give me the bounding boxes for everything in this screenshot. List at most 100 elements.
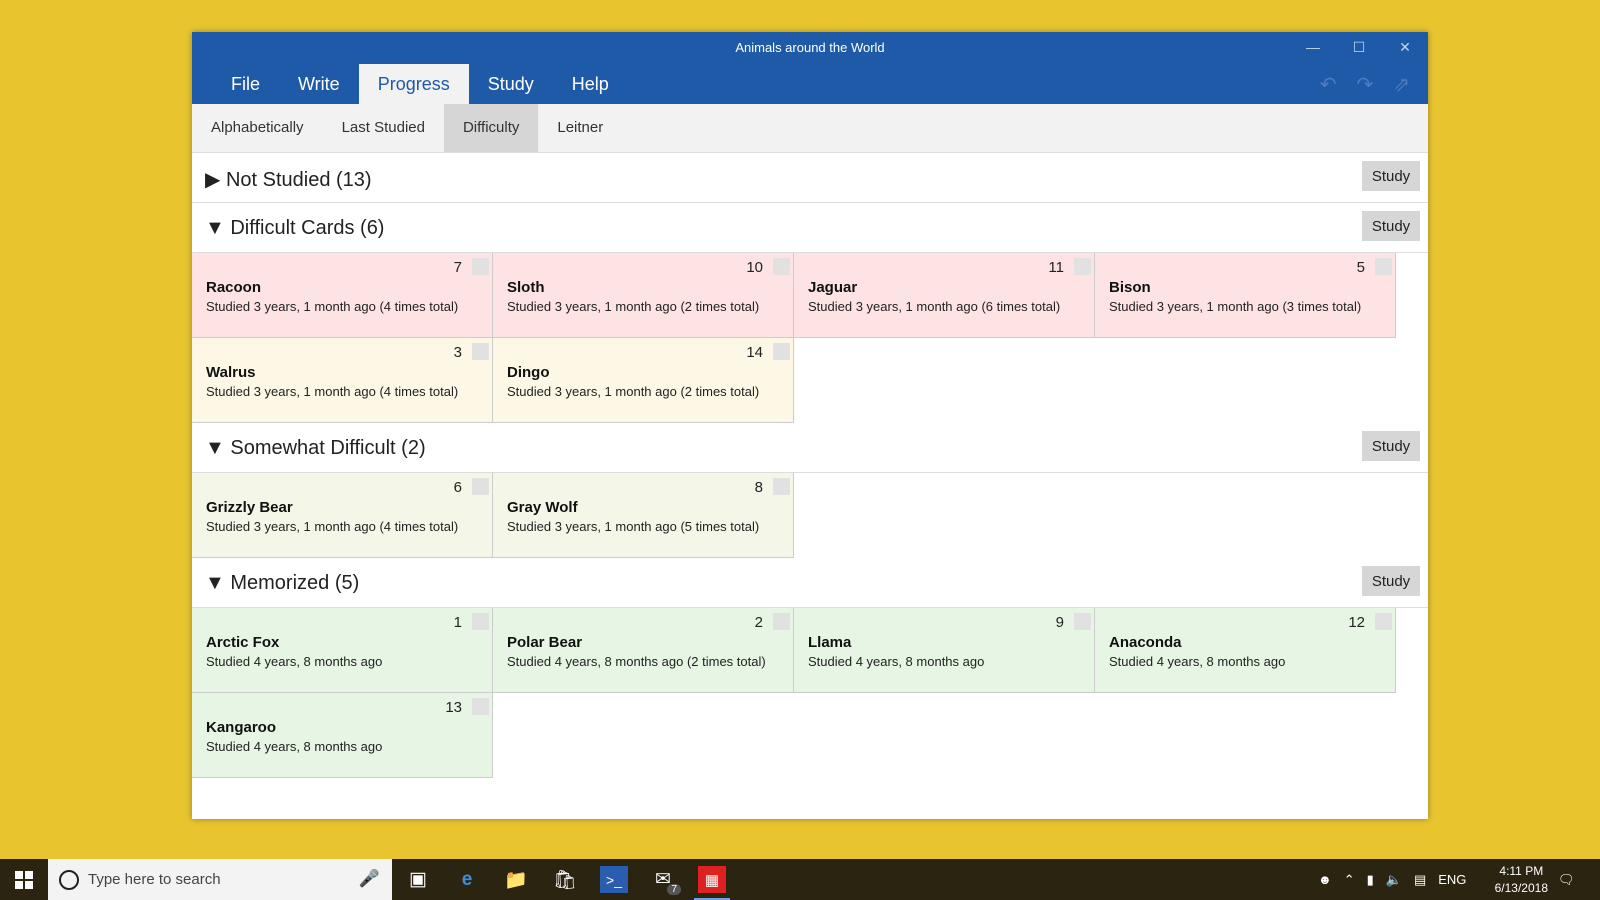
undo-icon[interactable]: ↶ (1320, 72, 1337, 97)
triangle-right-icon: ▶ (205, 169, 226, 191)
menu-tab-write[interactable]: Write (279, 64, 359, 104)
section-header[interactable]: ▶ Not Studied (13) Study (192, 153, 1428, 203)
card-title: Polar Bear (507, 634, 583, 651)
card-sections: ▶ Not Studied (13) Study ▼ Difficult Cards… (192, 153, 1428, 778)
flashcard[interactable]: 2 Polar Bear Studied 4 years, 8 months ago… (493, 608, 794, 693)
card-studied-info: Studied 4 years, 8 months ago (808, 654, 985, 669)
file-explorer-icon[interactable]: 📁 (502, 866, 530, 893)
title-bar: Animals around the World — ☐ ✕ File Write… (192, 32, 1428, 104)
flashcard[interactable]: 13 Kangaroo Studied 4 years, 8 months ago (192, 693, 493, 778)
flashcard[interactable]: 9 Llama Studied 4 years, 8 months ago (794, 608, 1095, 693)
card-checkbox[interactable] (472, 478, 489, 495)
flashcard[interactable]: 3 Walrus Studied 3 years, 1 month ago (4 t… (192, 338, 493, 423)
card-studied-info: Studied 3 years, 1 month ago (5 times to… (507, 519, 760, 534)
card-number: 5 (1356, 259, 1365, 276)
close-button[interactable]: ✕ (1382, 32, 1428, 62)
tab-leitner[interactable]: Leitner (538, 104, 622, 152)
menu-tab-help[interactable]: Help (553, 64, 628, 104)
section-toggle[interactable]: ▼ Difficult Cards (6) (205, 217, 384, 240)
network-icon[interactable]: ▤ (1414, 872, 1426, 888)
flashcard[interactable]: 14 Dingo Studied 3 years, 1 month ago (2 t… (493, 338, 794, 423)
study-button[interactable]: Study (1362, 211, 1420, 241)
card-number: 2 (754, 614, 763, 631)
card-checkbox[interactable] (472, 343, 489, 360)
card-checkbox[interactable] (472, 258, 489, 275)
card-checkbox[interactable] (1074, 613, 1091, 630)
windows-logo-icon (15, 870, 33, 889)
start-button[interactable] (0, 859, 48, 900)
card-studied-info: Studied 3 years, 1 month ago (3 times to… (1109, 299, 1362, 314)
flashcards-app-icon[interactable]: ▦ (698, 866, 726, 893)
flashcard[interactable]: 6 Grizzly Bear Studied 3 years, 1 month ag… (192, 473, 493, 558)
card-checkbox[interactable] (773, 478, 790, 495)
card-title: Gray Wolf (507, 499, 578, 516)
card-title: Arctic Fox (206, 634, 280, 651)
tab-last-studied[interactable]: Last Studied (323, 104, 444, 152)
tab-alphabetically[interactable]: Alphabetically (192, 104, 323, 152)
microphone-icon[interactable]: 🎤 (359, 869, 380, 889)
section-toggle[interactable]: ▶ Not Studied (13) (205, 167, 372, 192)
battery-icon[interactable]: ▮ (1367, 872, 1374, 888)
study-button[interactable]: Study (1362, 566, 1420, 596)
card-checkbox[interactable] (773, 613, 790, 630)
flashcard[interactable]: 10 Sloth Studied 3 years, 1 month ago (2 t… (493, 253, 794, 338)
card-title: Grizzly Bear (206, 499, 293, 516)
card-checkbox[interactable] (773, 258, 790, 275)
system-tray: ☻ ⌃ ▮ 🔈 ▤ ENG (1318, 859, 1466, 900)
card-title: Racoon (206, 279, 262, 296)
flashcard[interactable]: 11 Jaguar Studied 3 years, 1 month ago (6 … (794, 253, 1095, 338)
card-title: Kangaroo (206, 719, 277, 736)
section-header[interactable]: ▼ Difficult Cards (6) Study (192, 203, 1428, 253)
card-checkbox[interactable] (472, 613, 489, 630)
toolbar-icons: ↶ ↷ ⇗ (1320, 72, 1410, 97)
volume-icon[interactable]: 🔈 (1386, 872, 1402, 888)
card-title: Llama (808, 634, 852, 651)
flashcard[interactable]: 8 Gray Wolf Studied 3 years, 1 month ago (… (493, 473, 794, 558)
tab-difficulty[interactable]: Difficulty (443, 104, 539, 152)
store-icon[interactable]: 🛍 (551, 866, 579, 893)
menu-tab-progress[interactable]: Progress (358, 64, 469, 104)
redo-icon[interactable]: ↷ (1356, 72, 1373, 97)
section-header[interactable]: ▼ Somewhat Difficult (2) Study (192, 423, 1428, 473)
card-number: 8 (754, 479, 763, 496)
action-center-icon[interactable]: 🗨 (1558, 859, 1575, 900)
section-toggle[interactable]: ▼ Somewhat Difficult (2) (205, 437, 426, 460)
section-header[interactable]: ▼ Memorized (5) Study (192, 558, 1428, 608)
clock-time: 4:11 PM (1499, 864, 1544, 878)
flashcard[interactable]: 7 Racoon Studied 3 years, 1 month ago (4 t… (192, 253, 493, 338)
study-button[interactable]: Study (1362, 431, 1420, 461)
section-toggle[interactable]: ▼ Memorized (5) (205, 572, 359, 595)
flashcard[interactable]: 1 Arctic Fox Studied 4 years, 8 months ago (192, 608, 493, 693)
card-checkbox[interactable] (1074, 258, 1091, 275)
chevron-up-icon[interactable]: ⌃ (1344, 872, 1355, 888)
language-indicator[interactable]: ENG (1438, 872, 1466, 887)
clock[interactable]: 4:11 PM 6/13/2018 (1495, 863, 1548, 897)
edge-icon[interactable]: e (453, 866, 481, 893)
card-studied-info: Studied 3 years, 1 month ago (4 times to… (206, 519, 459, 534)
people-icon[interactable]: ☻ (1318, 872, 1332, 887)
section-title: Somewhat Difficult (2) (230, 437, 426, 459)
card-checkbox[interactable] (1375, 613, 1392, 630)
card-checkbox[interactable] (773, 343, 790, 360)
card-studied-info: Studied 3 years, 1 month ago (6 times to… (808, 299, 1061, 314)
taskbar-search[interactable]: Type here to search 🎤 (48, 859, 392, 900)
main-menu: File Write Progress Study Help (212, 64, 628, 104)
flashcard[interactable]: 5 Bison Studied 3 years, 1 month ago (3 ti… (1095, 253, 1396, 338)
triangle-down-icon: ▼ (205, 217, 231, 239)
menu-tab-study[interactable]: Study (469, 64, 553, 104)
card-checkbox[interactable] (472, 698, 489, 715)
study-button[interactable]: Study (1362, 161, 1420, 191)
app-window: Animals around the World — ☐ ✕ File Write… (192, 32, 1428, 819)
maximize-button[interactable]: ☐ (1336, 32, 1382, 62)
card-number: 3 (453, 344, 462, 361)
minimize-button[interactable]: — (1290, 32, 1336, 62)
card-title: Walrus (206, 364, 256, 381)
powershell-icon[interactable]: >_ (600, 866, 628, 893)
flashcard[interactable]: 12 Anaconda Studied 4 years, 8 months ago (1095, 608, 1396, 693)
card-grid: 7 Racoon Studied 3 years, 1 month ago (4 t… (192, 253, 1396, 423)
share-icon[interactable]: ⇗ (1393, 72, 1410, 97)
card-checkbox[interactable] (1375, 258, 1392, 275)
menu-tab-file[interactable]: File (212, 64, 279, 104)
task-view-icon[interactable]: ▣ (404, 866, 432, 893)
mail-icon[interactable]: ✉ 7 (649, 866, 681, 895)
